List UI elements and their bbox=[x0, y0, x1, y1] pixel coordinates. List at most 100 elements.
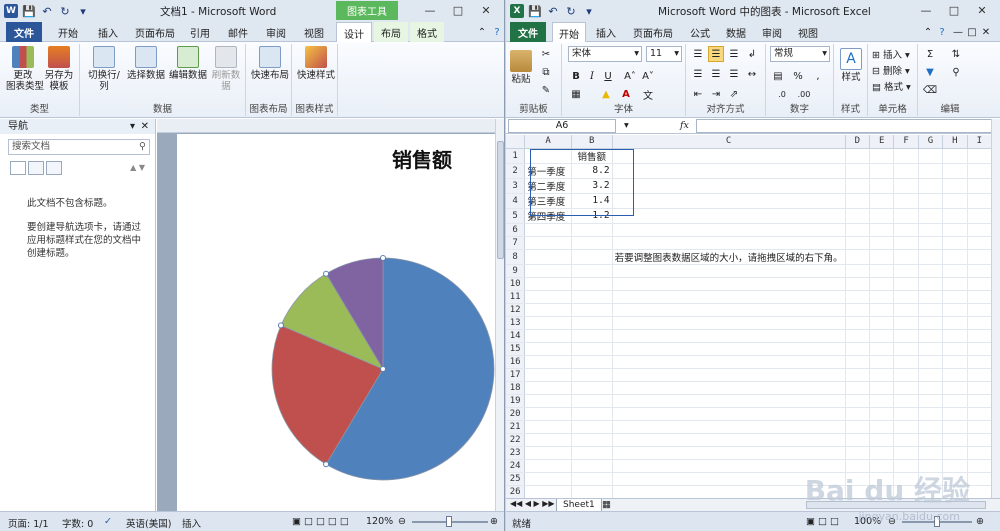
sheet-cell[interactable] bbox=[845, 329, 871, 343]
sheet-cell[interactable] bbox=[869, 394, 895, 408]
comma-style-icon[interactable]: , bbox=[810, 68, 826, 84]
proofing-icon[interactable]: ✓ bbox=[104, 516, 112, 527]
sheet-cell[interactable] bbox=[942, 433, 968, 447]
sheet-cell[interactable] bbox=[524, 249, 572, 265]
sheet-cell[interactable] bbox=[845, 223, 871, 237]
sheet-cell[interactable] bbox=[612, 407, 846, 421]
sheet-cell[interactable] bbox=[893, 290, 919, 304]
clear-icon[interactable]: ⌫ bbox=[922, 82, 938, 98]
selection-handle[interactable] bbox=[323, 270, 330, 277]
align-center-icon[interactable]: ☰ bbox=[708, 66, 724, 82]
column-header[interactable]: D bbox=[845, 135, 871, 149]
document-page[interactable]: 销售额 bbox=[177, 134, 495, 511]
sheet-cell[interactable] bbox=[942, 264, 968, 278]
sheet-cell[interactable] bbox=[612, 342, 846, 356]
sheet-cell[interactable] bbox=[893, 249, 919, 265]
sheet-cell[interactable] bbox=[918, 329, 944, 343]
sheet-cell[interactable] bbox=[918, 342, 944, 356]
excel-tab-home[interactable]: 开始 bbox=[552, 22, 586, 43]
orientation-icon[interactable]: ⇗ bbox=[726, 86, 742, 102]
column-header[interactable]: F bbox=[893, 135, 919, 149]
sheet-cell[interactable] bbox=[918, 163, 944, 179]
sheet-cell[interactable] bbox=[571, 290, 613, 304]
worksheet-grid[interactable]: A B C D E F G H I 1 销售额 2 第一季度 8.2 3 第二季度 3.2 4 第… bbox=[506, 135, 992, 498]
excel-vertical-scrollbar[interactable] bbox=[991, 119, 1000, 498]
sheet-cell[interactable] bbox=[869, 236, 895, 250]
tab-layout[interactable]: 布局 bbox=[374, 22, 408, 42]
sheet-cell[interactable] bbox=[612, 303, 846, 317]
sheet-cell[interactable] bbox=[524, 329, 572, 343]
row-header[interactable]: 7 bbox=[506, 236, 526, 250]
tab-mailings[interactable]: 邮件 bbox=[222, 22, 254, 42]
selection-handle[interactable] bbox=[277, 322, 284, 329]
sheet-cell[interactable] bbox=[893, 329, 919, 343]
sheet-cell[interactable] bbox=[869, 249, 895, 265]
sheet-cell[interactable] bbox=[967, 472, 992, 486]
select-data-button[interactable]: 选择数据 bbox=[126, 46, 166, 81]
maximize-icon[interactable]: □ bbox=[444, 2, 472, 19]
sheet-cell[interactable] bbox=[869, 316, 895, 330]
sheet-cell[interactable] bbox=[967, 264, 992, 278]
column-header[interactable]: A bbox=[524, 135, 572, 149]
sheet-cell[interactable] bbox=[845, 381, 871, 395]
row-header[interactable]: 1 bbox=[506, 148, 526, 164]
sheet-cell[interactable] bbox=[918, 236, 944, 250]
format-cells-button[interactable]: ▤ 格式 ▾ bbox=[872, 79, 911, 93]
excel-tab-insert[interactable]: 插入 bbox=[590, 22, 622, 42]
word-zoom-knob[interactable] bbox=[446, 516, 452, 527]
column-header[interactable]: C bbox=[612, 135, 846, 149]
quick-styles-button[interactable]: 快速样式 bbox=[296, 46, 336, 81]
sheet-cell[interactable] bbox=[918, 394, 944, 408]
sheet-cell[interactable] bbox=[942, 355, 968, 369]
row-header[interactable]: 13 bbox=[506, 316, 526, 330]
sheet-cell[interactable] bbox=[524, 420, 572, 434]
sheet-cell[interactable] bbox=[524, 148, 572, 164]
sheet-cell[interactable] bbox=[918, 407, 944, 421]
customize-qat-icon[interactable]: ▾ bbox=[76, 4, 90, 18]
sheet-cell[interactable] bbox=[524, 355, 572, 369]
sheet-cell[interactable] bbox=[967, 342, 992, 356]
sheet-cell[interactable] bbox=[571, 407, 613, 421]
fill-icon[interactable]: ▼ bbox=[922, 64, 938, 80]
sheet-cell[interactable] bbox=[918, 208, 944, 224]
word-app-icon[interactable]: W bbox=[4, 4, 18, 18]
sheet-cell[interactable] bbox=[942, 316, 968, 330]
worksheet-table[interactable]: A B C D E F G H I 1 销售额 2 第一季度 8.2 3 第二季度 3.2 4 第… bbox=[506, 135, 992, 498]
search-document-input[interactable]: 搜索文档 ⚲ bbox=[8, 139, 150, 155]
align-bottom-icon[interactable]: ☰ bbox=[726, 46, 742, 62]
format-painter-icon[interactable]: ✎ bbox=[538, 82, 554, 98]
sheet-cell[interactable] bbox=[524, 472, 572, 486]
sheet-cell[interactable] bbox=[942, 277, 968, 291]
view-buttons-icon[interactable]: ▣□□□□ bbox=[292, 516, 352, 527]
italic-icon[interactable]: I bbox=[584, 68, 600, 84]
sheet-cell[interactable] bbox=[942, 290, 968, 304]
row-header[interactable]: 6 bbox=[506, 223, 526, 237]
sheet-cell[interactable] bbox=[845, 446, 871, 460]
sheet-cell[interactable] bbox=[869, 148, 895, 164]
tab-review[interactable]: 审阅 bbox=[260, 22, 292, 42]
sheet-cell[interactable] bbox=[918, 381, 944, 395]
sheet-cell[interactable] bbox=[845, 303, 871, 317]
zoom-out-icon[interactable]: ⊖ bbox=[398, 516, 406, 527]
sheet-cell[interactable] bbox=[918, 277, 944, 291]
sheet-cell[interactable] bbox=[942, 148, 968, 164]
sheet-cell[interactable] bbox=[967, 407, 992, 421]
sheet-cell[interactable] bbox=[918, 303, 944, 317]
sheet-cell[interactable] bbox=[893, 433, 919, 447]
sheet-cell[interactable] bbox=[869, 163, 895, 179]
sheet-cell[interactable] bbox=[893, 355, 919, 369]
sheet-cell[interactable] bbox=[571, 236, 613, 250]
sheet-cell[interactable] bbox=[612, 277, 846, 291]
sheet-cell[interactable] bbox=[869, 446, 895, 460]
phonetic-icon[interactable]: 文 bbox=[640, 86, 656, 102]
minimize-icon[interactable]: — bbox=[416, 2, 444, 19]
excel-tab-review[interactable]: 审阅 bbox=[756, 22, 788, 42]
sheet-cell[interactable] bbox=[612, 420, 846, 434]
close-icon[interactable]: ✕ bbox=[472, 2, 500, 19]
excel-undo-icon[interactable]: ↶ bbox=[546, 4, 560, 18]
sheet-cell[interactable] bbox=[967, 208, 992, 224]
decrease-indent-icon[interactable]: ⇤ bbox=[690, 86, 706, 102]
sheet-cell[interactable] bbox=[918, 249, 944, 265]
sheet-cell[interactable] bbox=[967, 394, 992, 408]
sheet-cell[interactable] bbox=[612, 223, 846, 237]
